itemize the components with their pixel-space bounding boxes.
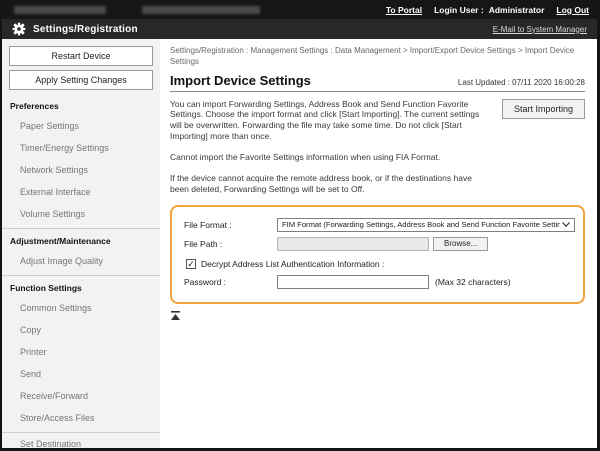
sidebar-header-function-settings: Function Settings	[2, 276, 160, 297]
file-format-selected-value: FIM Format (Forwarding Settings, Address…	[282, 220, 560, 229]
top-bar: To Portal Login User : Administrator Log…	[2, 0, 597, 19]
browse-button[interactable]: Browse...	[433, 237, 488, 251]
sidebar-header-preferences: Preferences	[2, 94, 160, 115]
login-user-label: Login User :	[434, 5, 484, 15]
sidebar-item-network-settings[interactable]: Network Settings	[2, 159, 160, 181]
password-label: Password :	[184, 277, 277, 287]
redacted-device-model	[142, 6, 260, 14]
app-bar: Settings/Registration E-Mail to System M…	[2, 19, 597, 39]
note-remote-address-book: If the device cannot acquire the remote …	[170, 173, 492, 195]
file-path-label: File Path :	[184, 239, 277, 249]
apply-setting-changes-button[interactable]: Apply Setting Changes	[9, 70, 153, 90]
sidebar-item-printer[interactable]: Printer	[2, 341, 160, 363]
file-format-label: File Format :	[184, 220, 277, 230]
chevron-down-icon	[562, 222, 570, 227]
decrypt-checkbox[interactable]: ✓	[186, 259, 196, 269]
sidebar-item-send[interactable]: Send	[2, 363, 160, 385]
app-title: Settings/Registration	[33, 24, 138, 35]
decrypt-checkbox-label: Decrypt Address List Authentication Info…	[201, 259, 384, 269]
browser-page: To Portal Login User : Administrator Log…	[0, 0, 600, 451]
start-importing-button[interactable]: Start Importing	[502, 99, 585, 119]
password-input[interactable]	[277, 275, 429, 289]
last-updated: Last Updated : 07/11 2020 16:00:28	[458, 78, 585, 88]
to-portal-link[interactable]: To Portal	[386, 5, 422, 15]
restart-device-button[interactable]: Restart Device	[9, 46, 153, 66]
log-out-link[interactable]: Log Out	[556, 5, 589, 15]
main-panel: Settings/Registration : Management Setti…	[160, 39, 597, 448]
file-path-input	[277, 237, 429, 251]
redacted-device-name	[14, 6, 106, 14]
sidebar-item-store-access-files[interactable]: Store/Access Files	[2, 407, 160, 429]
sidebar-item-paper-settings[interactable]: Paper Settings	[2, 115, 160, 137]
import-settings-form: File Format : FIM Format (Forwarding Set…	[170, 205, 585, 304]
sidebar-item-timer-energy-settings[interactable]: Timer/Energy Settings	[2, 137, 160, 159]
settings-sidebar: Restart Device Apply Setting Changes Pre…	[2, 39, 160, 448]
back-to-top-icon[interactable]	[171, 311, 180, 320]
sidebar-item-adjust-image-quality[interactable]: Adjust Image Quality	[2, 250, 160, 272]
sidebar-item-copy[interactable]: Copy	[2, 319, 160, 341]
email-system-manager-link[interactable]: E-Mail to System Manager	[493, 25, 587, 34]
page-title: Import Device Settings	[170, 73, 311, 88]
note-fia-format: Cannot import the Favorite Settings info…	[170, 152, 492, 163]
login-user-value: Administrator	[489, 5, 545, 15]
password-max-chars-hint: (Max 32 characters)	[435, 277, 511, 287]
sidebar-item-common-settings[interactable]: Common Settings	[2, 297, 160, 319]
sidebar-item-external-interface[interactable]: External Interface	[2, 181, 160, 203]
breadcrumb[interactable]: Settings/Registration : Management Setti…	[170, 46, 578, 68]
file-format-select[interactable]: FIM Format (Forwarding Settings, Address…	[277, 218, 575, 232]
sidebar-item-set-destination[interactable]: Set Destination	[2, 433, 160, 448]
gear-icon	[12, 22, 26, 36]
intro-text: You can import Forwarding Settings, Addr…	[170, 99, 492, 143]
sidebar-item-receive-forward[interactable]: Receive/Forward	[2, 385, 160, 407]
sidebar-item-volume-settings[interactable]: Volume Settings	[2, 203, 160, 225]
sidebar-header-adjustment-maintenance: Adjustment/Maintenance	[2, 229, 160, 250]
